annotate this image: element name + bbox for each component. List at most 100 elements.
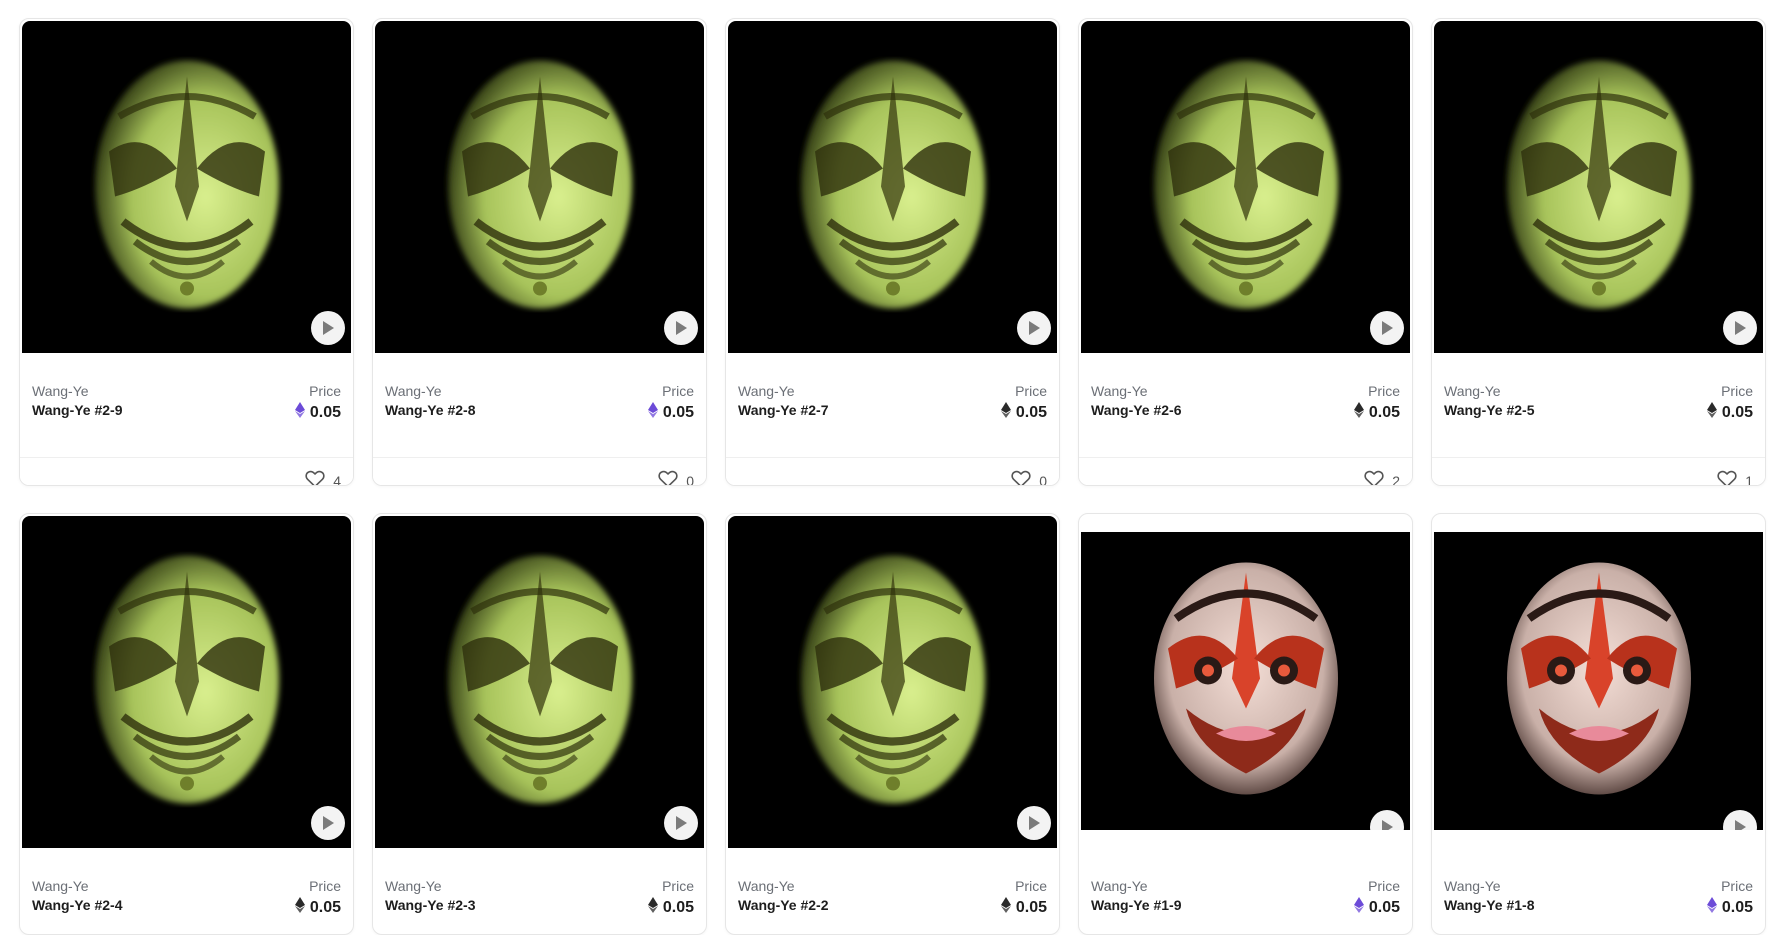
price-label: Price xyxy=(1721,878,1753,894)
nft-name[interactable]: Wang-Ye #2-6 xyxy=(1091,402,1182,418)
nft-media[interactable] xyxy=(728,516,1057,848)
price-value-group: 0.05 xyxy=(1706,402,1753,423)
nft-media[interactable] xyxy=(728,21,1057,353)
nft-media[interactable] xyxy=(1081,532,1410,830)
nft-name[interactable]: Wang-Ye #2-8 xyxy=(385,402,476,418)
eth-icon xyxy=(1353,897,1364,918)
play-icon xyxy=(323,816,334,830)
price-value: 0.05 xyxy=(1015,403,1047,421)
opera-mask-green xyxy=(447,555,632,804)
price-label: Price xyxy=(309,383,341,399)
eth-icon xyxy=(647,402,658,423)
nft-media[interactable] xyxy=(1434,532,1763,830)
collection-name[interactable]: Wang-Ye xyxy=(1444,383,1501,399)
price-value: 0.05 xyxy=(662,403,694,421)
eth-icon xyxy=(647,897,658,918)
opera-mask-green xyxy=(800,60,985,309)
card-footer: 0 xyxy=(726,457,1059,485)
play-icon xyxy=(1029,321,1040,335)
price-value-group: 0.05 xyxy=(1000,402,1047,423)
play-icon xyxy=(1382,321,1393,335)
nft-media[interactable] xyxy=(1434,21,1763,353)
price-value-group: 0.05 xyxy=(1000,897,1047,918)
play-button[interactable] xyxy=(311,311,345,345)
play-icon xyxy=(676,816,687,830)
nft-name[interactable]: Wang-Ye #2-3 xyxy=(385,897,476,913)
nft-card[interactable]: Wang-Ye Wang-Ye #2-8 Price 0.05 0 xyxy=(372,18,707,486)
nft-card[interactable]: Wang-Ye Wang-Ye #2-4 Price 0.05 xyxy=(19,513,354,935)
nft-name[interactable]: Wang-Ye #2-5 xyxy=(1444,402,1535,418)
nft-card[interactable]: Wang-Ye Wang-Ye #1-8 Price 0.05 xyxy=(1431,513,1766,935)
price-label: Price xyxy=(309,878,341,894)
card-footer: 4 xyxy=(20,457,353,485)
price-value-group: 0.05 xyxy=(294,897,341,918)
like-count: 2 xyxy=(1392,472,1400,486)
price-value: 0.05 xyxy=(309,898,341,916)
nft-card[interactable]: Wang-Ye Wang-Ye #2-6 Price 0.05 2 xyxy=(1078,18,1413,486)
eth-icon xyxy=(1353,402,1364,423)
price-label: Price xyxy=(1015,878,1047,894)
heart-icon xyxy=(1011,470,1031,485)
play-button[interactable] xyxy=(1370,810,1404,830)
collection-name[interactable]: Wang-Ye xyxy=(385,878,442,894)
play-button[interactable] xyxy=(1723,311,1757,345)
play-icon xyxy=(1735,321,1746,335)
heart-icon xyxy=(1364,470,1384,485)
play-button[interactable] xyxy=(1017,806,1051,840)
collection-name[interactable]: Wang-Ye xyxy=(1444,878,1501,894)
like-count: 0 xyxy=(686,472,694,486)
nft-media[interactable] xyxy=(375,21,704,353)
collection-name[interactable]: Wang-Ye xyxy=(738,878,795,894)
collection-name[interactable]: Wang-Ye xyxy=(1091,383,1148,399)
price-value-group: 0.05 xyxy=(647,402,694,423)
like-button[interactable]: 4 xyxy=(305,470,341,485)
like-count: 1 xyxy=(1745,472,1753,486)
price-value: 0.05 xyxy=(662,898,694,916)
play-button[interactable] xyxy=(311,806,345,840)
nft-card[interactable]: Wang-Ye Wang-Ye #2-5 Price 0.05 1 xyxy=(1431,18,1766,486)
collection-name[interactable]: Wang-Ye xyxy=(32,878,89,894)
play-icon xyxy=(323,321,334,335)
play-button[interactable] xyxy=(1723,810,1757,830)
nft-media[interactable] xyxy=(22,21,351,353)
nft-card[interactable]: Wang-Ye Wang-Ye #1-9 Price 0.05 xyxy=(1078,513,1413,935)
collection-name[interactable]: Wang-Ye xyxy=(738,383,795,399)
price-value-group: 0.05 xyxy=(294,402,341,423)
like-button[interactable]: 2 xyxy=(1364,470,1400,486)
opera-mask-green xyxy=(1506,60,1691,309)
nft-name[interactable]: Wang-Ye #2-7 xyxy=(738,402,829,418)
collection-name[interactable]: Wang-Ye xyxy=(385,383,442,399)
collection-name[interactable]: Wang-Ye xyxy=(32,383,89,399)
collection-name[interactable]: Wang-Ye xyxy=(1091,878,1148,894)
play-icon xyxy=(1382,820,1393,830)
nft-card[interactable]: Wang-Ye Wang-Ye #2-9 Price 0.05 4 xyxy=(19,18,354,486)
nft-name[interactable]: Wang-Ye #1-8 xyxy=(1444,897,1535,913)
nft-card[interactable]: Wang-Ye Wang-Ye #2-3 Price 0.05 xyxy=(372,513,707,935)
play-button[interactable] xyxy=(664,311,698,345)
nft-card[interactable]: Wang-Ye Wang-Ye #2-2 Price 0.05 xyxy=(725,513,1060,935)
eth-icon xyxy=(1000,897,1011,918)
nft-media[interactable] xyxy=(22,516,351,848)
price-label: Price xyxy=(1368,878,1400,894)
play-button[interactable] xyxy=(1370,311,1404,345)
price-value: 0.05 xyxy=(309,403,341,421)
eth-icon xyxy=(1706,402,1717,423)
nft-media[interactable] xyxy=(375,516,704,848)
like-button[interactable]: 0 xyxy=(658,470,694,486)
price-value-group: 0.05 xyxy=(1706,897,1753,918)
heart-icon xyxy=(1717,470,1737,485)
nft-media[interactable] xyxy=(1081,21,1410,353)
play-button[interactable] xyxy=(664,806,698,840)
like-button[interactable]: 1 xyxy=(1717,470,1753,486)
nft-name[interactable]: Wang-Ye #1-9 xyxy=(1091,897,1182,913)
heart-icon xyxy=(658,470,678,485)
nft-card[interactable]: Wang-Ye Wang-Ye #2-7 Price 0.05 0 xyxy=(725,18,1060,486)
like-button[interactable]: 0 xyxy=(1011,470,1047,485)
nft-name[interactable]: Wang-Ye #2-2 xyxy=(738,897,829,913)
nft-name[interactable]: Wang-Ye #2-4 xyxy=(32,897,123,913)
play-icon xyxy=(1735,820,1746,830)
play-icon xyxy=(676,321,687,335)
play-button[interactable] xyxy=(1017,311,1051,345)
nft-name[interactable]: Wang-Ye #2-9 xyxy=(32,402,123,418)
price-label: Price xyxy=(662,878,694,894)
